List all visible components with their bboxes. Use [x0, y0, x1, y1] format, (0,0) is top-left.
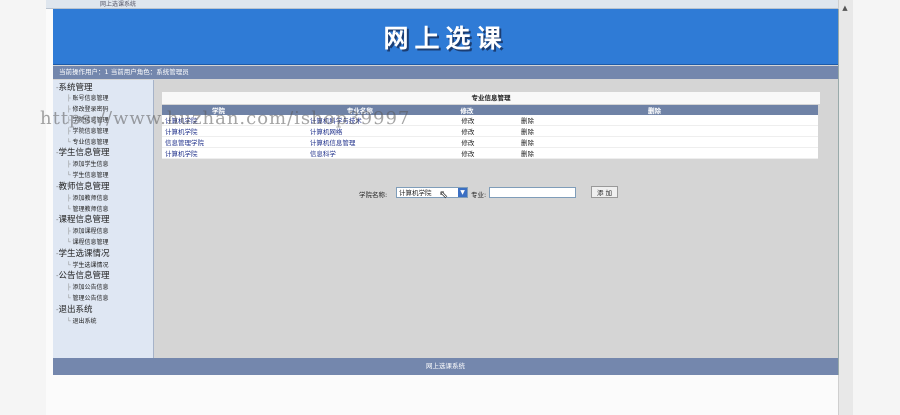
column-header-college: 学院 [162, 105, 307, 115]
major-label: 专业: [471, 191, 487, 199]
tree-group-student[interactable]: -学生信息管理 [56, 146, 110, 158]
tree-group-exit[interactable]: -退出系统 [56, 303, 93, 315]
banner-title: 网上选课 [383, 24, 508, 53]
left-margin [0, 0, 46, 415]
tree-item-college-2[interactable]: ├ 学院信息管理 [67, 126, 109, 135]
delete-link[interactable]: 删除 [518, 136, 818, 148]
main-content: 专业信息管理 学院 专业名称 修改 删除 计算机学院 计算机科学与技术 修改 删… [154, 80, 838, 358]
table-header-row: 学院 专业名称 修改 删除 [162, 105, 818, 115]
scroll-up-arrow-icon[interactable]: ▲ [838, 2, 852, 14]
tree-item-selection[interactable]: └ 学生选课情况 [67, 260, 109, 269]
college-label: 学院名称: [359, 191, 388, 199]
tree-group-notice[interactable]: -公告信息管理 [56, 269, 110, 281]
cell-college: 计算机学院 [162, 147, 307, 159]
tree-item-exit[interactable]: └ 退出系统 [67, 316, 97, 325]
tree-item-add-teacher[interactable]: ├ 添加教师信息 [67, 193, 109, 202]
user-status-bar: 当前操作用户：1 当前用户角色：系统管理员 [53, 66, 838, 79]
add-button[interactable]: 添 加 [591, 186, 618, 198]
page-scrollbar[interactable] [838, 0, 853, 415]
edit-link[interactable]: 修改 [458, 115, 519, 126]
college-select-value: 计算机学院 [399, 189, 432, 197]
tree-item-manage-student[interactable]: └ 学生信息管理 [67, 170, 109, 179]
college-select[interactable]: 计算机学院 ▼ [396, 187, 468, 198]
cell-major: 计算机信息管理 [306, 136, 459, 148]
cell-college: 计算机学院 [162, 115, 307, 126]
column-header-major: 专业名称 [306, 105, 459, 115]
edit-link[interactable]: 修改 [458, 147, 519, 159]
tree-item-add-course[interactable]: ├ 添加课程信息 [67, 226, 109, 235]
header-banner: 网上选课 [53, 9, 838, 65]
table-row: 计算机学院 信息科学 修改 删除 [162, 147, 818, 159]
tree-group-course[interactable]: -课程信息管理 [56, 213, 110, 225]
window-title: 网上选课系统 [100, 1, 137, 8]
tree-item-change-password[interactable]: ├ 修改登录密码 [67, 104, 109, 113]
tree-item-college-1[interactable]: ├ 学院信息管理 [67, 115, 109, 124]
delete-link[interactable]: 删除 [518, 115, 818, 126]
sidebar-tree: -系统管理 ├ 账号信息管理 ├ 修改登录密码 ├ 学院信息管理 ├ 学院信息管… [53, 80, 154, 358]
panel-title: 专业信息管理 [162, 92, 820, 104]
browser-tab-strip: 网上选课系统 [46, 0, 838, 9]
tree-item-major[interactable]: └ 专业信息管理 [67, 137, 109, 146]
cell-college: 信息管理学院 [162, 136, 307, 148]
tree-item-manage-notice[interactable]: └ 管理公告信息 [67, 293, 109, 302]
cell-major: 计算机网络 [306, 125, 459, 137]
tree-item-manage-teacher[interactable]: └ 管理教师信息 [67, 204, 109, 213]
tree-item-account[interactable]: ├ 账号信息管理 [67, 93, 109, 102]
tree-group-system[interactable]: -系统管理 [56, 81, 93, 93]
tree-item-add-student[interactable]: ├ 添加学生信息 [67, 159, 109, 168]
table-row: 计算机学院 计算机网络 修改 删除 [162, 125, 818, 137]
tree-item-manage-course[interactable]: └ 课程信息管理 [67, 237, 109, 246]
cell-college: 计算机学院 [162, 125, 307, 137]
major-input[interactable] [489, 187, 576, 198]
edit-link[interactable]: 修改 [458, 125, 519, 137]
tree-group-teacher[interactable]: -教师信息管理 [56, 180, 110, 192]
mouse-cursor-icon: ⇖ [439, 188, 449, 201]
chevron-down-icon[interactable]: ▼ [458, 188, 467, 197]
delete-link[interactable]: 删除 [518, 147, 818, 159]
column-header-edit: 修改 [458, 105, 519, 115]
cell-major: 计算机科学与技术 [306, 115, 459, 126]
edit-link[interactable]: 修改 [458, 136, 519, 148]
tree-group-selection[interactable]: -学生选课情况 [56, 247, 110, 259]
table-row: 计算机学院 计算机科学与技术 修改 删除 [162, 115, 818, 126]
delete-link[interactable]: 删除 [518, 125, 818, 137]
column-header-delete: 删除 [518, 105, 818, 115]
tree-item-add-notice[interactable]: ├ 添加公告信息 [67, 282, 109, 291]
major-table: 学院 专业名称 修改 删除 计算机学院 计算机科学与技术 修改 删除 计算机学院… [162, 105, 818, 159]
table-row: 信息管理学院 计算机信息管理 修改 删除 [162, 136, 818, 148]
footer-bar: 网上选课系统 [53, 358, 838, 375]
cell-major: 信息科学 [306, 147, 459, 159]
